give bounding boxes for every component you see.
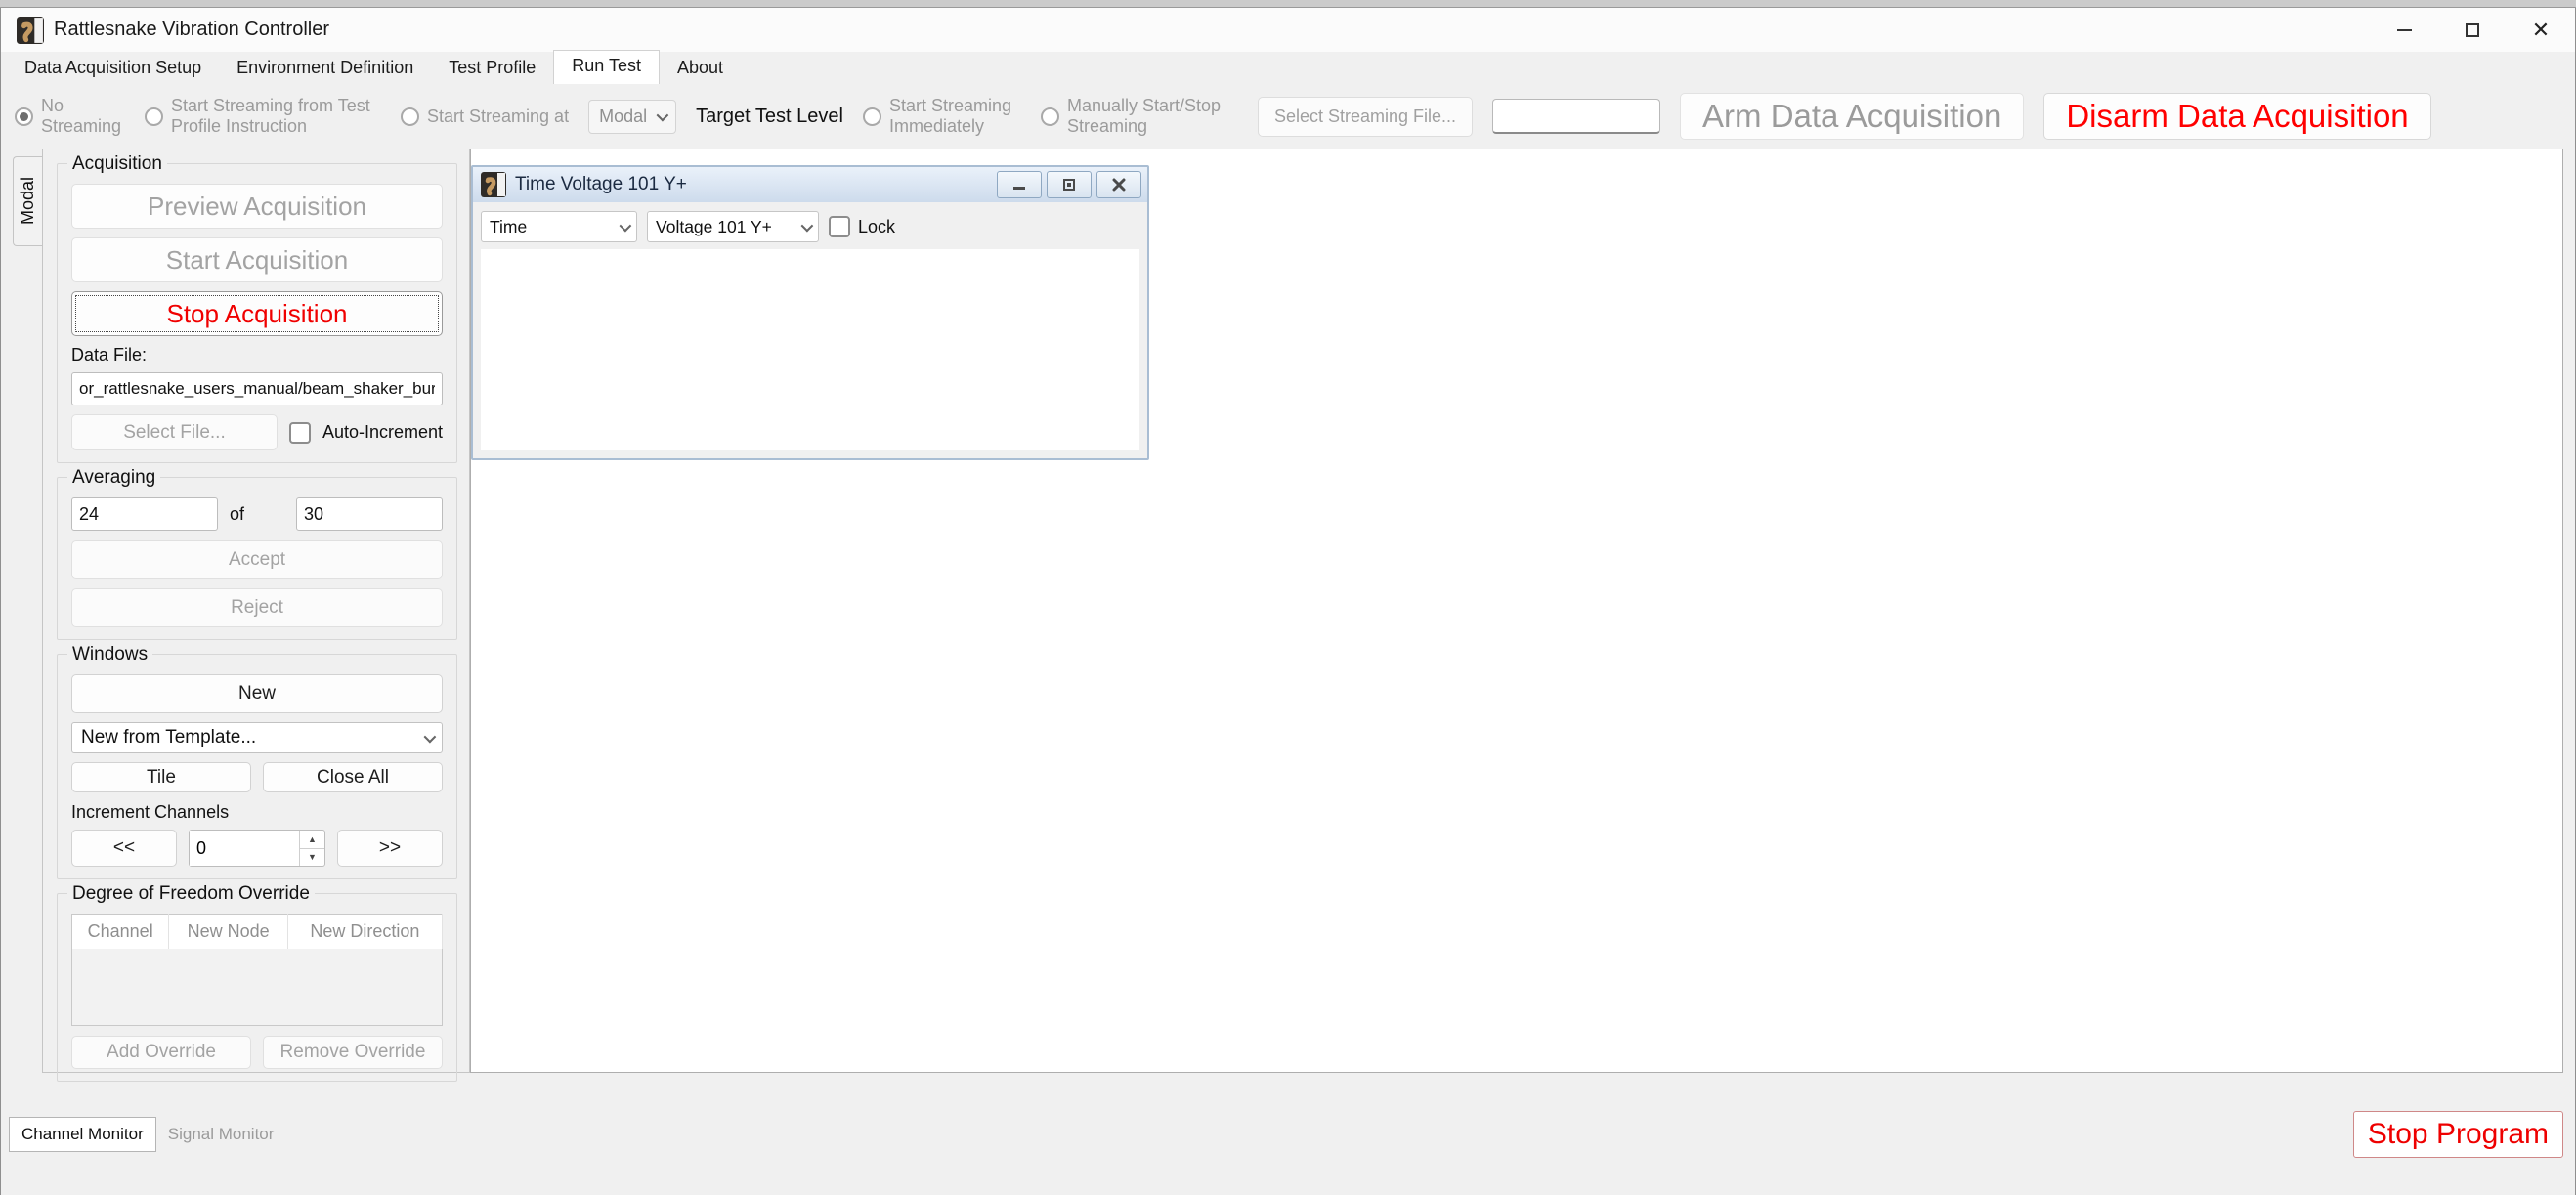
radio-manually-start-stop[interactable]: Manually Start/Stop Streaming	[1041, 96, 1238, 136]
main-area: Modal Acquisition Preview Acquisition St…	[1, 149, 2575, 1073]
app-window: Rattlesnake Vibration Controller ✕ Data …	[0, 8, 2576, 1195]
select-streaming-file-button[interactable]: Select Streaming File...	[1258, 97, 1473, 137]
dof-col-channel: Channel	[72, 915, 169, 950]
new-from-template-select[interactable]: New from Template...	[71, 722, 443, 753]
spin-arrows[interactable]: ▲▼	[299, 831, 324, 866]
close-button[interactable]	[1096, 171, 1141, 198]
chevron-down-icon	[657, 108, 669, 121]
radio-start-streaming-at[interactable]: Start Streaming at	[401, 107, 569, 127]
window-title: Rattlesnake Vibration Controller	[54, 19, 329, 41]
dof-empty-body	[72, 949, 443, 1025]
auto-increment-label: Auto-Increment	[322, 422, 443, 443]
modal-level-select[interactable]: Modal	[588, 100, 676, 134]
auto-increment-checkbox[interactable]	[289, 422, 311, 444]
chevron-down-icon	[620, 219, 632, 232]
mdi-window-body: Time Voltage 101 Y+ Lock	[473, 202, 1147, 458]
stop-program-button[interactable]: Stop Program	[2353, 1111, 2563, 1158]
increment-spinbox[interactable]: ▲▼	[189, 830, 325, 867]
remove-override-button[interactable]: Remove Override	[263, 1036, 443, 1069]
plot-canvas[interactable]	[481, 249, 1139, 450]
spin-down-icon[interactable]: ▼	[300, 849, 324, 867]
close-button[interactable]: ✕	[2507, 8, 2575, 52]
mdi-window[interactable]: Time Voltage 101 Y+ Time Voltage 101 Y+ Loc…	[471, 165, 1149, 460]
close-all-button[interactable]: Close All	[263, 762, 443, 792]
acquisition-group: Acquisition Preview Acquisition Start Ac…	[57, 163, 457, 463]
tab-data-acquisition-setup[interactable]: Data Acquisition Setup	[7, 53, 219, 84]
radio-start-streaming-from-profile[interactable]: Start Streaming from Test Profile Instru…	[145, 96, 381, 136]
tab-about[interactable]: About	[660, 53, 741, 84]
tab-signal-monitor[interactable]: Signal Monitor	[156, 1118, 286, 1151]
control-panel: Acquisition Preview Acquisition Start Ac…	[42, 149, 470, 1073]
plot-selector-1[interactable]: Voltage 101 Y+	[647, 211, 819, 242]
windows-group: Windows New New from Template... Tile Cl…	[57, 654, 457, 879]
streaming-toolbar: No Streaming Start Streaming from Test P…	[1, 84, 2575, 149]
radio-icon	[401, 107, 419, 126]
increment-value-input[interactable]	[190, 831, 299, 866]
tab-environment-definition[interactable]: Environment Definition	[219, 53, 431, 84]
stop-acquisition-button[interactable]: Stop Acquisition	[71, 291, 443, 336]
lock-checkbox[interactable]: Lock	[829, 216, 895, 237]
minimize-button[interactable]	[997, 171, 1042, 198]
snake-icon	[481, 172, 506, 197]
averaging-group: Averaging of Accept Reject	[57, 477, 457, 640]
chevron-down-icon	[424, 730, 437, 743]
disarm-data-acquisition-button[interactable]: Disarm Data Acquisition	[2043, 93, 2430, 140]
arm-data-acquisition-button[interactable]: Arm Data Acquisition	[1680, 93, 2024, 140]
tile-button[interactable]: Tile	[71, 762, 251, 792]
plot-selector-0[interactable]: Time	[481, 211, 637, 242]
reject-button[interactable]: Reject	[71, 588, 443, 627]
app-icon	[17, 17, 44, 44]
dof-col-new-node: New Node	[169, 915, 288, 950]
desktop-strip	[0, 0, 2576, 8]
spin-up-icon[interactable]: ▲	[300, 831, 324, 849]
radio-icon	[863, 107, 881, 126]
data-file-label: Data File:	[71, 345, 443, 365]
increment-back-button[interactable]: <<	[71, 830, 177, 867]
maximize-button[interactable]	[2438, 8, 2507, 52]
checkbox-icon	[829, 216, 850, 237]
minimize-button[interactable]	[2370, 8, 2438, 52]
side-tab-column: Modal	[11, 149, 42, 1073]
increment-channels-label: Increment Channels	[71, 802, 443, 823]
target-test-level-label: Target Test Level	[696, 106, 843, 128]
restore-button[interactable]	[1047, 171, 1092, 198]
streaming-file-input[interactable]	[1492, 99, 1660, 134]
titlebar[interactable]: Rattlesnake Vibration Controller ✕	[1, 8, 2575, 52]
accept-button[interactable]: Accept	[71, 540, 443, 579]
side-tab-modal[interactable]: Modal	[13, 156, 42, 246]
start-acquisition-button[interactable]: Start Acquisition	[71, 237, 443, 282]
radio-icon	[15, 107, 33, 126]
dof-col-new-direction: New Direction	[287, 915, 442, 950]
mdi-titlebar[interactable]: Time Voltage 101 Y+	[473, 167, 1147, 202]
increment-forward-button[interactable]: >>	[337, 830, 443, 867]
main-tab-bar: Data Acquisition Setup Environment Defin…	[1, 52, 2575, 84]
plot-selector-row: Time Voltage 101 Y+ Lock	[481, 210, 1139, 243]
dof-override-table[interactable]: Channel New Node New Direction	[71, 914, 443, 1026]
add-override-button[interactable]: Add Override	[71, 1036, 251, 1069]
tab-run-test[interactable]: Run Test	[553, 50, 660, 84]
mdi-area[interactable]: Time Voltage 101 Y+ Time Voltage 101 Y+ Loc…	[470, 149, 2563, 1073]
of-label: of	[230, 504, 244, 525]
averages-current-input[interactable]	[71, 497, 218, 531]
radio-start-streaming-immediately[interactable]: Start Streaming Immediately	[863, 96, 1021, 136]
radio-icon	[145, 107, 163, 126]
mdi-window-controls	[997, 171, 1141, 198]
tab-channel-monitor[interactable]: Channel Monitor	[9, 1117, 156, 1152]
status-bar: Channel Monitor Signal Monitor Stop Prog…	[1, 1073, 2575, 1195]
tab-test-profile[interactable]: Test Profile	[431, 53, 553, 84]
select-file-button[interactable]: Select File...	[71, 414, 278, 450]
radio-no-streaming[interactable]: No Streaming	[15, 96, 125, 136]
new-window-button[interactable]: New	[71, 674, 443, 713]
dof-override-group: Degree of Freedom Override Channel New N…	[57, 893, 457, 1082]
data-file-input[interactable]	[71, 372, 443, 405]
chevron-down-icon	[801, 219, 814, 232]
preview-acquisition-button[interactable]: Preview Acquisition	[71, 184, 443, 229]
averages-total-input[interactable]	[296, 497, 443, 531]
radio-icon	[1041, 107, 1059, 126]
mdi-window-title: Time Voltage 101 Y+	[515, 174, 687, 195]
